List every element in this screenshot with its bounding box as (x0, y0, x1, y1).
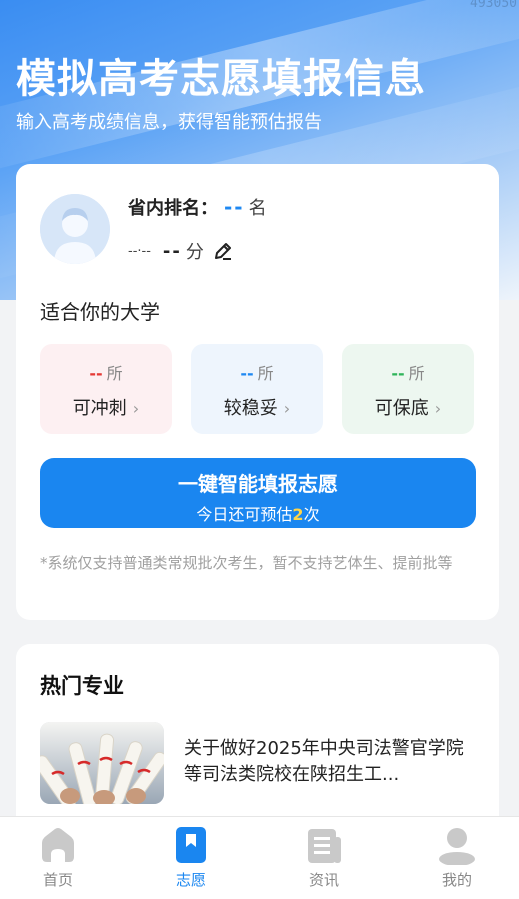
hero-subtitle: 输入高考成绩信息，获得智能预估报告 (16, 112, 322, 133)
rank-row: 省内排名： -- 名 (128, 194, 267, 220)
tab-label: 资讯 (308, 871, 339, 889)
cta-title: 一键智能填报志愿 (178, 472, 338, 496)
news-title[interactable]: 关于做好2025年中央司法警官学院等司法类院校在陕招生工... (184, 736, 474, 788)
safety-count: -- (391, 364, 405, 383)
remaining-count: 2 (292, 505, 304, 524)
match-count: -- (240, 364, 254, 383)
avatar[interactable] (40, 194, 110, 264)
disclaimer: *系统仅支持普通类常规批次考生，暂不支持艺体生、提前批等 (40, 554, 453, 572)
score-subject: --·-- (128, 243, 151, 259)
reach-count: -- (89, 364, 103, 383)
cta-sub-suffix: 次 (303, 505, 320, 524)
match-label: 较稳妥 (223, 398, 278, 419)
watermark: 493050 (470, 0, 517, 11)
hot-majors-title: 热门专业 (40, 674, 124, 698)
tab-label: 首页 (42, 871, 73, 889)
score-value: -- (162, 240, 182, 262)
profile-icon (437, 825, 477, 866)
chevron-right-icon: › (283, 399, 291, 418)
home-icon (38, 825, 78, 865)
safety-label: 可保底 (374, 398, 429, 419)
score-card: 省内排名： -- 名 --·-- -- 分 适合你的大学 -- 所 可冲刺 › --… (16, 164, 499, 620)
chevron-right-icon: › (434, 399, 442, 418)
hero-title: 模拟高考志愿填报信息 (16, 56, 426, 102)
chevron-right-icon: › (132, 399, 140, 418)
score-unit: 分 (185, 242, 204, 263)
count-unit: 所 (257, 364, 274, 383)
hot-majors-card: 热门专业 关于做好2025年中央司法警官学院等司法类院校在陕招生工... (16, 644, 499, 844)
smart-fill-button[interactable]: 一键智能填报志愿 今日还可预估2次 (40, 458, 476, 528)
tab-profile[interactable]: 我的 (417, 825, 497, 890)
rank-value: -- (224, 195, 245, 219)
tab-label: 我的 (441, 871, 472, 889)
tab-home[interactable]: 首页 (18, 825, 98, 890)
news-thumbnail[interactable] (40, 722, 164, 804)
tab-label: 志愿 (175, 871, 206, 889)
match-universities-card[interactable]: -- 所 较稳妥 › (191, 344, 323, 434)
safety-universities-card[interactable]: -- 所 可保底 › (342, 344, 474, 434)
cta-subtitle: 今日还可预估2次 (40, 501, 476, 525)
bottom-tab-bar: 首页 志愿 资讯 我的 (0, 816, 519, 899)
reach-universities-card[interactable]: -- 所 可冲刺 › (40, 344, 172, 434)
score-row: --·-- -- 分 (128, 238, 234, 264)
count-unit: 所 (106, 364, 123, 383)
tab-volunteer[interactable]: 志愿 (151, 825, 231, 890)
bookmark-icon (171, 825, 211, 865)
edit-icon[interactable] (212, 240, 234, 262)
tab-news[interactable]: 资讯 (284, 825, 364, 890)
cta-sub-prefix: 今日还可预估 (196, 505, 293, 524)
rank-label: 省内排名： (128, 198, 218, 219)
avatar-icon (40, 194, 110, 264)
rank-unit: 名 (248, 198, 267, 219)
count-unit: 所 (408, 364, 425, 383)
reach-label: 可冲刺 (72, 398, 127, 419)
universities-title: 适合你的大学 (40, 300, 160, 324)
news-icon (304, 825, 344, 865)
